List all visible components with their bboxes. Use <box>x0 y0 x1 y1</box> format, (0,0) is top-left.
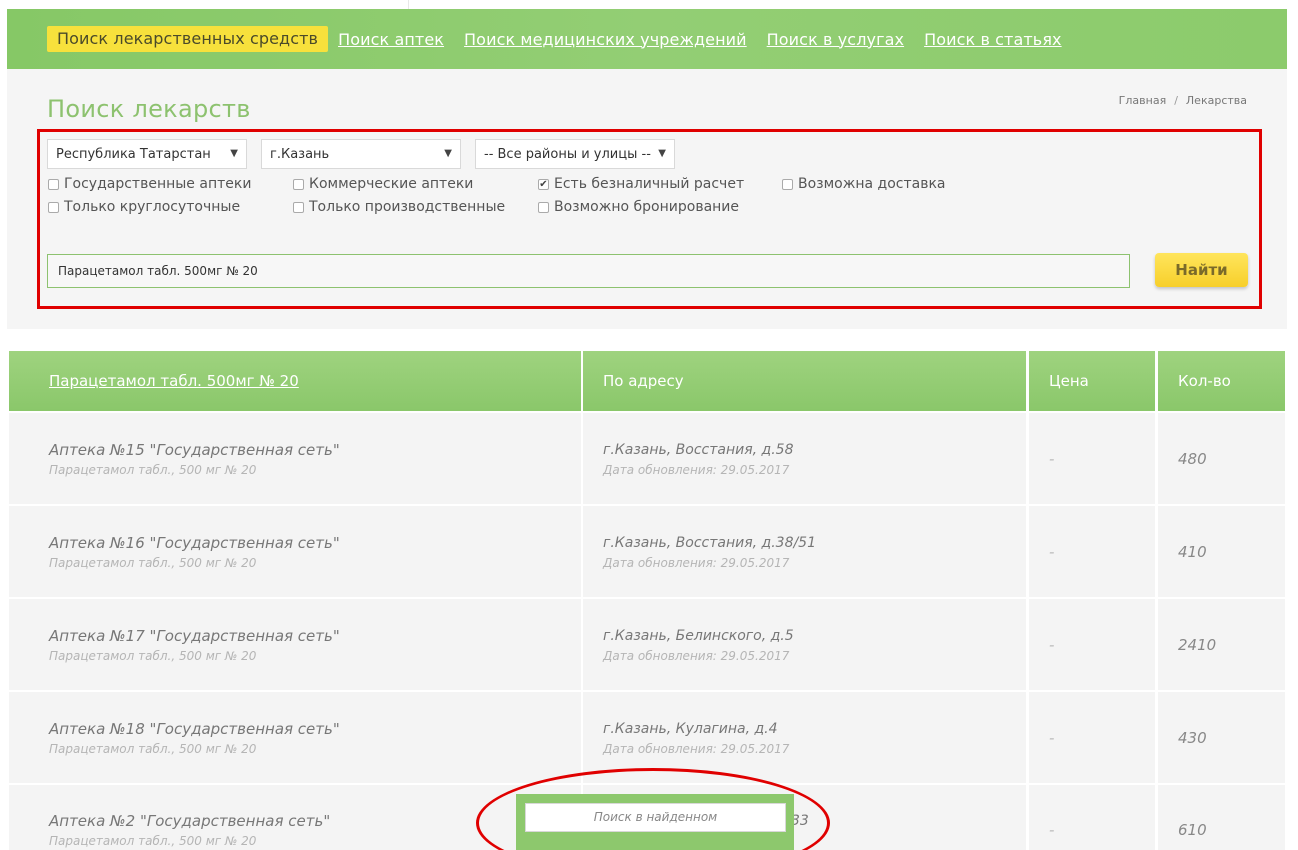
main-nav: Поиск лекарственных средств Поиск аптек … <box>7 9 1287 69</box>
checkbox-icon[interactable] <box>782 178 793 190</box>
header-drug[interactable]: Парацетамол табл. 500мг № 20 <box>9 351 581 411</box>
nav-services-search[interactable]: Поиск в услугах <box>767 30 904 49</box>
update-date: Дата обновления: 29.05.2017 <box>603 463 790 477</box>
checkbox-icon[interactable] <box>48 178 59 190</box>
drug-query-input[interactable]: Парацетамол табл. 500мг № 20 <box>47 254 1130 288</box>
address-text: г.Казань, Белинского, д.5 <box>603 628 794 644</box>
qty-value: 430 <box>1178 729 1207 747</box>
checkbox-label: Только круглосуточные <box>64 199 241 215</box>
cell-qty: 2410 <box>1158 599 1285 690</box>
checkbox-state-pharmacies[interactable]: Государственные аптеки <box>48 176 251 192</box>
checkbox-icon[interactable] <box>538 201 549 213</box>
chevron-down-icon: ▼ <box>230 148 238 159</box>
checkbox-reservation[interactable]: Возможно бронирование <box>538 199 739 215</box>
price-value: - <box>1049 450 1055 468</box>
city-select-value: г.Казань <box>270 147 330 162</box>
cell-qty: 480 <box>1158 413 1285 504</box>
header-qty: Кол-во <box>1158 351 1285 411</box>
breadcrumb-current: Лекарства <box>1185 94 1247 107</box>
search-panel: Поиск лекарств Главная / Лекарства Республ… <box>7 69 1287 329</box>
table-row[interactable]: Аптека №17 "Государственная сеть" Параце… <box>9 599 1285 690</box>
cell-address: г.Казань, Восстания, д.58 Дата обновлени… <box>583 413 1026 504</box>
cell-price: - <box>1029 692 1155 783</box>
cell-price: - <box>1029 599 1155 690</box>
price-value: - <box>1049 636 1055 654</box>
checkbox-production[interactable]: Только производственные <box>293 199 505 215</box>
checkbox-label: Есть безналичный расчет <box>554 176 745 192</box>
checkbox-commercial-pharmacies[interactable]: Коммерческие аптеки <box>293 176 473 192</box>
qty-value: 610 <box>1178 821 1207 839</box>
drug-name: Парацетамол табл., 500 мг № 20 <box>49 649 257 663</box>
address-text: г.Казань, Кулагина, д.4 <box>603 721 778 737</box>
address-text: г.Казань, Восстания, д.58 <box>603 442 794 458</box>
qty-value: 2410 <box>1178 636 1217 654</box>
drug-name: Парацетамол табл., 500 мг № 20 <box>49 556 257 570</box>
pharmacy-name: Аптека №18 "Государственная сеть" <box>49 720 340 738</box>
breadcrumb-home[interactable]: Главная <box>1119 94 1167 107</box>
top-divider <box>408 0 409 9</box>
find-button[interactable]: Найти <box>1155 253 1248 287</box>
nav-medical-institutions-search[interactable]: Поиск медицинских учреждений <box>464 30 747 49</box>
price-value: - <box>1049 729 1055 747</box>
checkbox-icon[interactable] <box>293 178 304 190</box>
checkmark-icon[interactable]: ✔ <box>538 178 549 190</box>
drug-name: Парацетамол табл., 500 мг № 20 <box>49 463 257 477</box>
page-title: Поиск лекарств <box>47 95 251 123</box>
cell-qty: 610 <box>1158 785 1285 850</box>
checkbox-label: Коммерческие аптеки <box>309 176 474 192</box>
header-price: Цена <box>1029 351 1155 411</box>
cell-address: г.Казань, Белинского, д.5 Дата обновлени… <box>583 599 1026 690</box>
nav-pharmacy-search[interactable]: Поиск аптек <box>338 30 444 49</box>
pharmacy-name: Аптека №17 "Государственная сеть" <box>49 627 340 645</box>
qty-value: 410 <box>1178 543 1207 561</box>
table-row[interactable]: Аптека №15 "Государственная сеть" Параце… <box>9 413 1285 504</box>
pharmacy-name: Аптека №15 "Государственная сеть" <box>49 441 340 459</box>
nav-drug-search[interactable]: Поиск лекарственных средств <box>47 26 329 52</box>
cell-qty: 430 <box>1158 692 1285 783</box>
district-select[interactable]: -- Все районы и улицы -- ▼ <box>475 139 675 169</box>
city-select[interactable]: г.Казань ▼ <box>261 139 461 169</box>
pharmacy-name: Аптека №2 "Государственная сеть" <box>49 812 331 830</box>
update-date: Дата обновления: 29.05.2017 <box>603 649 790 663</box>
checkbox-icon[interactable] <box>48 201 59 213</box>
breadcrumb: Главная / Лекарства <box>1119 94 1247 107</box>
checkbox-label: Только производственные <box>309 199 506 215</box>
breadcrumb-separator: / <box>1174 94 1178 107</box>
cell-price: - <box>1029 506 1155 597</box>
region-select-value: Республика Татарстан <box>56 147 211 162</box>
chevron-down-icon: ▼ <box>444 148 452 159</box>
qty-value: 480 <box>1178 450 1207 468</box>
cell-price: - <box>1029 413 1155 504</box>
checkbox-delivery[interactable]: Возможна доставка <box>782 176 946 192</box>
cell-pharmacy: Аптека №18 "Государственная сеть" Параце… <box>9 692 581 783</box>
checkbox-label: Возможна доставка <box>798 176 946 192</box>
cell-qty: 410 <box>1158 506 1285 597</box>
checkbox-icon[interactable] <box>293 201 304 213</box>
cell-price: - <box>1029 785 1155 850</box>
chevron-down-icon: ▼ <box>658 148 666 159</box>
checkbox-24h[interactable]: Только круглосуточные <box>48 199 240 215</box>
cell-pharmacy: Аптека №16 "Государственная сеть" Параце… <box>9 506 581 597</box>
table-header: Парацетамол табл. 500мг № 20 По адресу Ц… <box>9 351 1285 411</box>
checkbox-label: Государственные аптеки <box>64 176 252 192</box>
checkbox-cashless-payment[interactable]: ✔ Есть безналичный расчет <box>538 176 744 192</box>
drug-name: Парацетамол табл., 500 мг № 20 <box>49 742 257 756</box>
price-value: - <box>1049 543 1055 561</box>
region-select[interactable]: Республика Татарстан ▼ <box>47 139 247 169</box>
header-address: По адресу <box>583 351 1026 411</box>
district-select-value: -- Все районы и улицы -- <box>484 147 651 162</box>
filters-highlight-box: Республика Татарстан ▼ г.Казань ▼ -- Все… <box>37 129 1262 309</box>
table-row[interactable]: Аптека №16 "Государственная сеть" Параце… <box>9 506 1285 597</box>
cell-address: г.Казань, Восстания, д.38/51 Дата обновл… <box>583 506 1026 597</box>
nav-articles-search[interactable]: Поиск в статьях <box>924 30 1062 49</box>
update-date: Дата обновления: 29.05.2017 <box>603 556 790 570</box>
price-value: - <box>1049 821 1055 839</box>
cell-pharmacy: Аптека №17 "Государственная сеть" Параце… <box>9 599 581 690</box>
checkbox-label: Возможно бронирование <box>554 199 740 215</box>
pharmacy-name: Аптека №16 "Государственная сеть" <box>49 534 340 552</box>
update-date: Дата обновления: 29.05.2017 <box>603 742 790 756</box>
drug-name: Парацетамол табл., 500 мг № 20 <box>49 834 257 848</box>
address-text: г.Казань, Восстания, д.38/51 <box>603 535 817 551</box>
cell-pharmacy: Аптека №15 "Государственная сеть" Параце… <box>9 413 581 504</box>
